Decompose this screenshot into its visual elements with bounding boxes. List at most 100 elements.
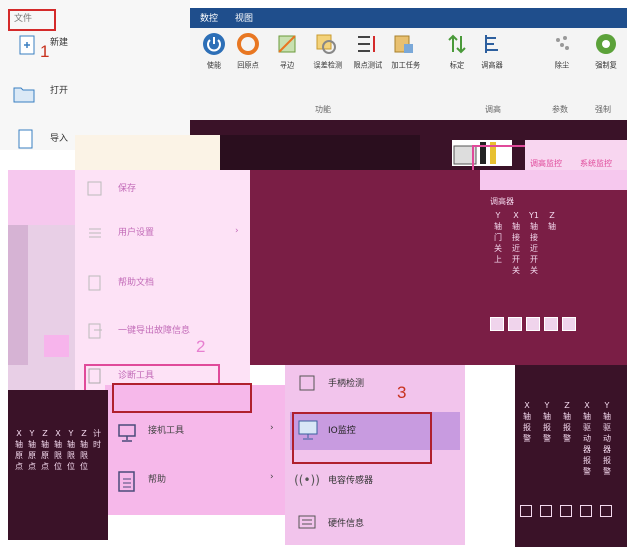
submenu-item-hardware-info[interactable]: 硬件信息 — [290, 508, 460, 538]
power-icon — [202, 32, 226, 56]
file-tab-highlight — [8, 9, 56, 31]
limit-test-button[interactable]: 限点测试 — [352, 32, 382, 71]
open-menu-item[interactable]: 打开 — [10, 78, 90, 108]
menu-item-help[interactable]: 帮助 › — [110, 466, 280, 496]
menu-item-help-doc[interactable]: 帮助文档 — [80, 272, 245, 294]
bottom-right-col-5: Y轴驱动器报警 — [603, 401, 611, 476]
menu-item-user-settings[interactable]: 用户设置 › — [80, 222, 245, 244]
open-folder-icon — [12, 80, 36, 106]
task-icon — [392, 32, 416, 56]
edge-find-button[interactable]: 寻边 — [273, 32, 301, 71]
tab-system-monitor[interactable]: 系统监控 — [580, 158, 612, 169]
bottom-right-col-4: X轴驱动器报警 — [583, 401, 591, 476]
left-side-dark — [8, 225, 28, 365]
hardware-icon — [296, 511, 318, 533]
panel-col-2: X轴接近开关 — [512, 211, 520, 275]
annotation-3: 3 — [397, 383, 407, 402]
bottom-right-col-2: Y轴报警 — [543, 401, 551, 443]
status-box-5 — [600, 505, 612, 517]
menu-handheld-label: 接机工具 — [148, 426, 185, 436]
left-side-block — [44, 335, 69, 357]
bottom-left-col-5: Y轴限位 — [67, 429, 75, 471]
ribbon-tab-bar — [190, 8, 627, 28]
enable-button[interactable]: 使能 — [200, 32, 228, 71]
bottom-left-col-6: Z轴限位 — [80, 429, 88, 471]
handle-icon — [296, 372, 318, 394]
bottom-right-col-1: X轴报警 — [523, 401, 531, 443]
document-icon — [86, 274, 104, 292]
monitor-icon — [116, 422, 138, 444]
reset-gear-icon — [594, 32, 618, 56]
calibrate-button[interactable]: 标定 — [443, 32, 471, 71]
new-file-icon — [16, 34, 38, 58]
group-function-label: 功能 — [315, 105, 331, 114]
import-icon — [16, 128, 36, 150]
menu-item-save[interactable]: 保存 — [80, 178, 245, 200]
bottom-left-col-2: Y轴原点 — [28, 429, 36, 471]
group-param-label: 参数 — [552, 105, 568, 114]
sensor-wave-icon: ((•)) — [294, 473, 320, 487]
chevron-right-icon-2: › — [270, 423, 274, 433]
bottom-left-col-4: X轴限位 — [54, 429, 62, 471]
error-detect-icon — [314, 32, 338, 56]
limit-test-icon — [354, 32, 378, 56]
panel-indicator-1 — [490, 317, 504, 331]
handle-check-label: 手柄检测 — [328, 379, 365, 389]
submenu-item-handle-check[interactable]: 手柄检测 — [290, 370, 460, 396]
dust-icon — [550, 32, 574, 56]
group-force-label: 强制 — [595, 105, 611, 114]
tab-height-monitor[interactable]: 调高监控 — [530, 158, 562, 169]
panel-indicator-5 — [562, 317, 576, 331]
status-box-3 — [560, 505, 572, 517]
machining-task-button[interactable]: 加工任务 — [390, 32, 420, 71]
panel-indicator-4 — [544, 317, 558, 331]
diagnostic-tools-highlight-dark — [112, 383, 252, 413]
height-panel-title: 调高器 — [490, 197, 514, 206]
panel-indicator-2 — [508, 317, 522, 331]
origin-ring-icon — [236, 32, 260, 56]
menu-user-settings-label: 用户设置 — [118, 228, 155, 238]
status-box-1 — [520, 505, 532, 517]
open-label: 打开 — [50, 86, 69, 96]
menu-export-fault-label: 一键导出故障信息 — [118, 326, 191, 336]
bottom-left-col-1: X轴原点 — [15, 429, 23, 471]
dust-removal-button[interactable]: 除尘 — [548, 32, 576, 71]
status-box-2 — [540, 505, 552, 517]
menu-item-export-fault[interactable]: 一键导出故障信息 — [80, 320, 245, 342]
panel-col-4: Z轴 — [548, 211, 556, 231]
tab-view[interactable]: 视图 — [235, 11, 253, 24]
error-detect-button[interactable]: 误差检测 — [312, 32, 342, 71]
io-monitor-highlight — [292, 412, 432, 464]
canvas-light-patch — [75, 135, 220, 170]
bottom-left-col-3: Z轴原点 — [41, 429, 49, 471]
panel-indicator-3 — [526, 317, 540, 331]
submenu-item-capacitive-sensor[interactable]: ((•)) 电容传感器 — [290, 465, 460, 495]
menu-save-label: 保存 — [118, 184, 137, 194]
capacitive-sensor-label: 电容传感器 — [328, 476, 374, 486]
height-adjuster-icon — [480, 32, 504, 56]
bottom-right-col-3: Z轴报警 — [563, 401, 571, 443]
hardware-info-label: 硬件信息 — [328, 519, 365, 529]
export-icon — [86, 322, 104, 340]
home-button[interactable]: 回原点 — [234, 32, 262, 71]
save-icon — [86, 180, 104, 198]
status-box-4 — [580, 505, 592, 517]
menu-item-handheld-tools[interactable]: 接机工具 › — [110, 418, 280, 448]
calibrate-arrows-icon — [445, 32, 469, 56]
new-menu-item[interactable]: 新建 — [10, 30, 90, 60]
import-label: 导入 — [50, 134, 69, 144]
bottom-left-col-7: 计时 — [93, 429, 101, 449]
chevron-right-icon: › — [235, 226, 239, 236]
height-adjuster-button[interactable]: 调高器 — [478, 32, 506, 71]
panel-col-1: Y轴门关上 — [494, 211, 502, 264]
menu-help-label: 帮助 — [148, 475, 167, 485]
tab-numeric-control[interactable]: 数控 — [200, 11, 218, 24]
clipboard-icon — [116, 468, 138, 494]
edge-find-icon — [275, 32, 299, 56]
chevron-right-icon-3: › — [270, 472, 274, 482]
menu-help-doc-label: 帮助文档 — [118, 278, 155, 288]
new-label: 新建 — [50, 38, 69, 48]
force-reset-button[interactable]: 强制复 — [592, 32, 620, 71]
annotation-2: 2 — [196, 337, 206, 356]
panel-col-3: Y1轴接近开关 — [529, 211, 539, 275]
